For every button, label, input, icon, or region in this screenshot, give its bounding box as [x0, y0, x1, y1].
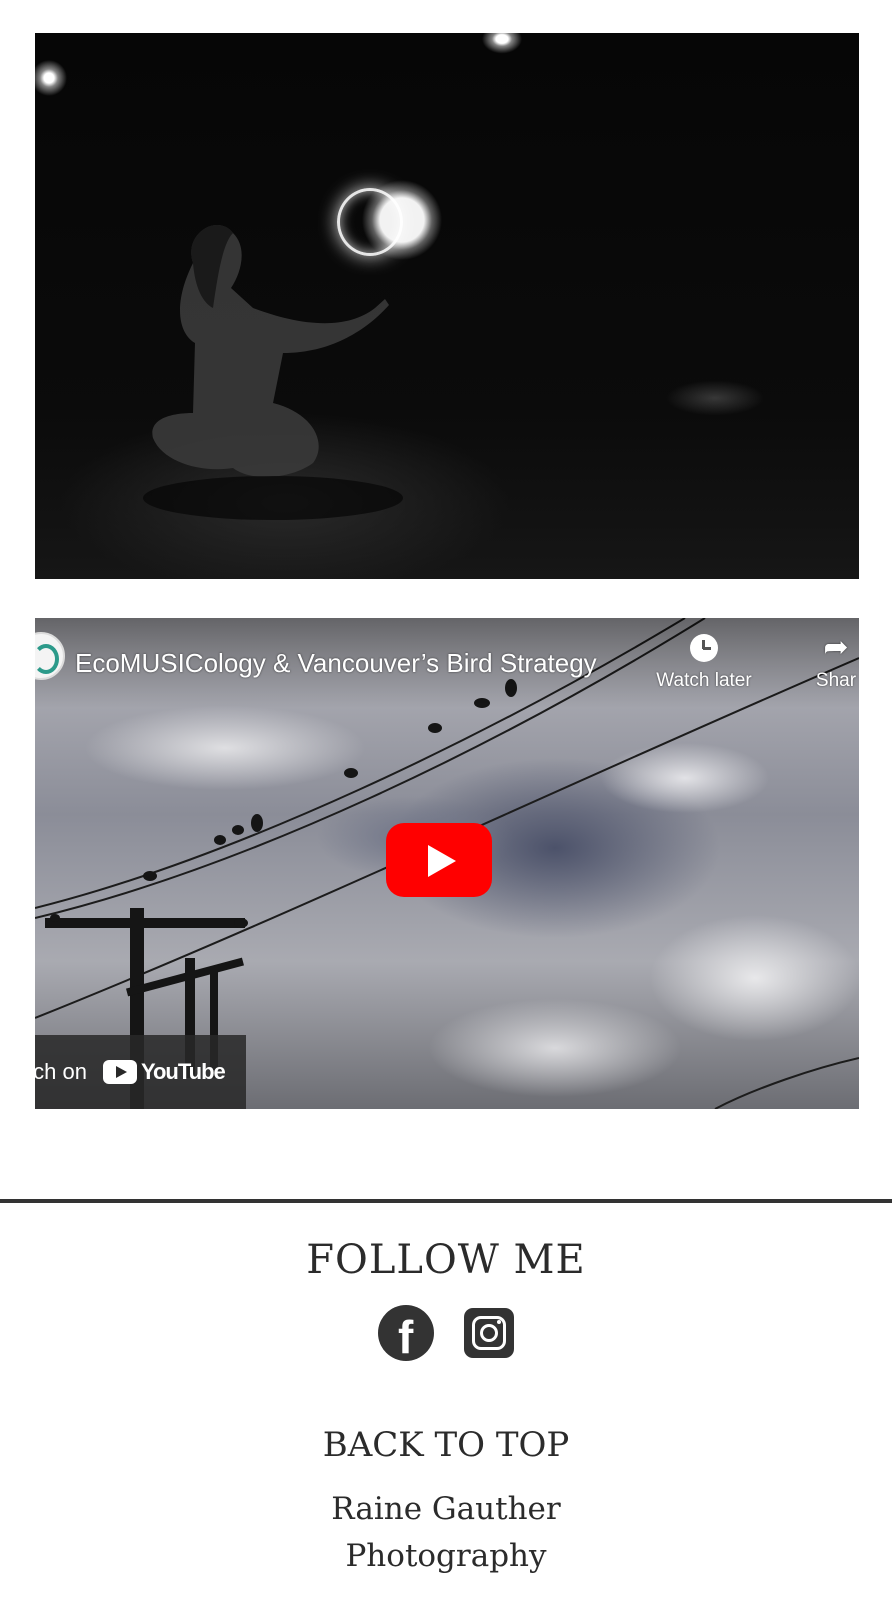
site-name-line2: Photography	[345, 1538, 547, 1574]
share-icon: ➦	[823, 631, 849, 664]
follow-title: FOLLOW ME	[306, 1237, 586, 1283]
site-name: Raine Gauther Photography	[0, 1486, 892, 1580]
clock-icon	[690, 634, 718, 662]
channel-avatar[interactable]	[35, 632, 65, 680]
footer-divider	[0, 1199, 892, 1203]
watch-on-youtube-button[interactable]: tch on YouTube	[35, 1035, 246, 1109]
watch-later-label: Watch later	[656, 670, 752, 691]
youtube-play-icon	[102, 1060, 137, 1084]
site-name-line1: Raine Gauther	[331, 1491, 561, 1527]
facebook-icon[interactable]: f	[378, 1305, 434, 1361]
social-links: f	[0, 1305, 892, 1361]
share-button[interactable]: ➦ Shar	[801, 631, 859, 692]
youtube-logo: YouTube	[102, 1059, 226, 1085]
youtube-video-embed[interactable]: EcoMUSICology & Vancouver’s Bird Strateg…	[35, 618, 859, 1109]
video-title[interactable]: EcoMUSICology & Vancouver’s Bird Strateg…	[75, 648, 597, 679]
back-to-top-link[interactable]: BACK TO TOP	[0, 1425, 892, 1465]
watch-later-button[interactable]: Watch later	[647, 634, 761, 692]
video-title-bar: EcoMUSICology & Vancouver’s Bird Strateg…	[35, 618, 859, 708]
play-button[interactable]	[386, 823, 492, 897]
watch-on-label: tch on	[35, 1059, 87, 1084]
youtube-label: YouTube	[140, 1059, 226, 1084]
woman-silhouette	[143, 224, 403, 520]
share-label: Shar	[815, 670, 857, 691]
gallery-photo	[35, 33, 859, 579]
instagram-icon[interactable]	[464, 1308, 514, 1358]
